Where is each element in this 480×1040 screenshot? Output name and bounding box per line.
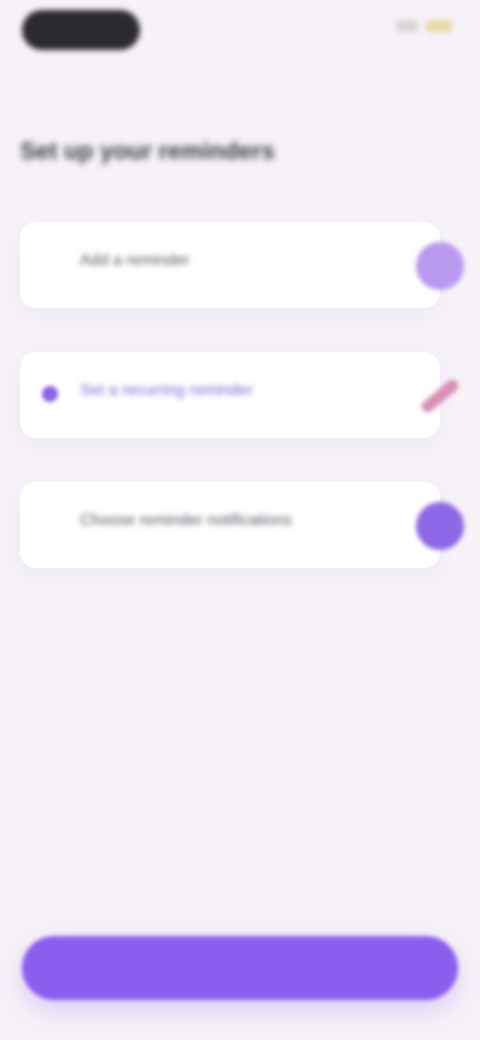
- dynamic-island: [22, 10, 140, 50]
- battery-icon: [426, 20, 452, 32]
- check-icon[interactable]: [416, 502, 464, 550]
- option-label: Choose reminder notifications: [80, 512, 292, 529]
- pencil-icon[interactable]: [416, 242, 464, 290]
- status-indicators: [396, 20, 452, 32]
- link-icon[interactable]: [416, 372, 464, 420]
- option-row-add[interactable]: Add a reminder: [20, 222, 464, 308]
- option-label: Add a reminder: [80, 252, 190, 269]
- option-row-notifications[interactable]: Choose reminder notifications: [20, 482, 464, 568]
- option-row-recurring[interactable]: Set a recurring reminder: [20, 352, 461, 438]
- selected-dot-icon: [42, 386, 58, 402]
- option-list: Add a reminder Set a recurring reminder …: [20, 222, 464, 612]
- page-title: Set up your reminders: [20, 138, 275, 165]
- app-screen: Set up your reminders Add a reminder Set…: [0, 0, 480, 1040]
- signal-icon: [396, 20, 418, 32]
- status-bar: [0, 0, 480, 60]
- continue-button[interactable]: [22, 936, 458, 1000]
- option-label: Set a recurring reminder: [80, 382, 253, 399]
